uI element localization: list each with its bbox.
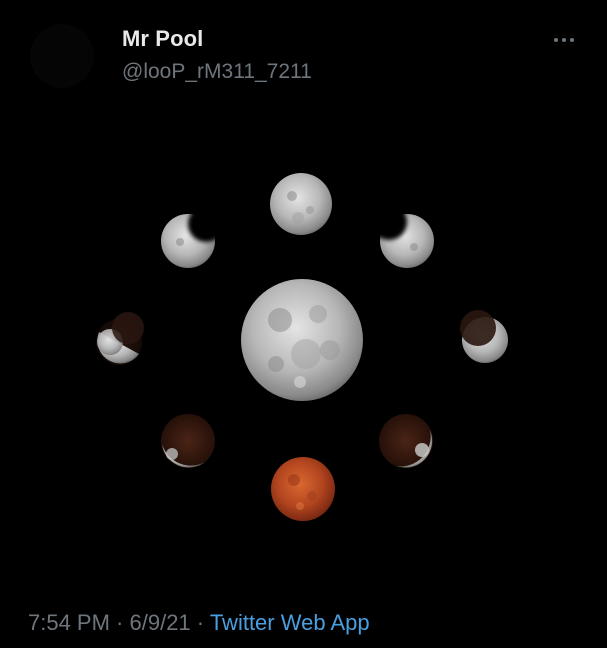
tweet-media-image[interactable]	[0, 92, 607, 598]
more-horizontal-icon-dot	[562, 38, 566, 42]
moon-phase-upper-right	[371, 204, 434, 268]
moon-phase-top	[270, 173, 332, 235]
moon-phase-lower-right	[379, 414, 433, 468]
moon-phase-right	[460, 310, 508, 363]
moon-blood-bottom	[271, 457, 335, 521]
tweet-timestamp-row: 7:54 PM · 6/9/21 · Twitter Web App	[28, 610, 370, 636]
tweet-card: Mr Pool @looP_rM311_7211 7:54 PM · 6/9/2…	[0, 0, 607, 648]
moon-full-center	[241, 279, 363, 401]
display-name[interactable]: Mr Pool	[122, 26, 203, 52]
user-handle[interactable]: @looP_rM311_7211	[122, 60, 312, 84]
tweet-date[interactable]: 6/9/21	[130, 610, 191, 635]
more-horizontal-icon-dot	[570, 38, 574, 42]
moon-phase-upper-left	[161, 206, 224, 268]
more-options-button[interactable]	[548, 28, 582, 52]
separator: ·	[109, 610, 130, 635]
more-horizontal-icon	[554, 38, 558, 42]
moon-phase-left	[96, 312, 144, 365]
eclipse-phases-image	[96, 173, 508, 521]
tweet-time[interactable]: 7:54 PM	[28, 610, 110, 635]
moon-phase-lower-left	[161, 414, 215, 468]
avatar[interactable]	[30, 24, 94, 88]
separator: ·	[190, 610, 210, 635]
tweet-source-link[interactable]: Twitter Web App	[210, 610, 370, 635]
